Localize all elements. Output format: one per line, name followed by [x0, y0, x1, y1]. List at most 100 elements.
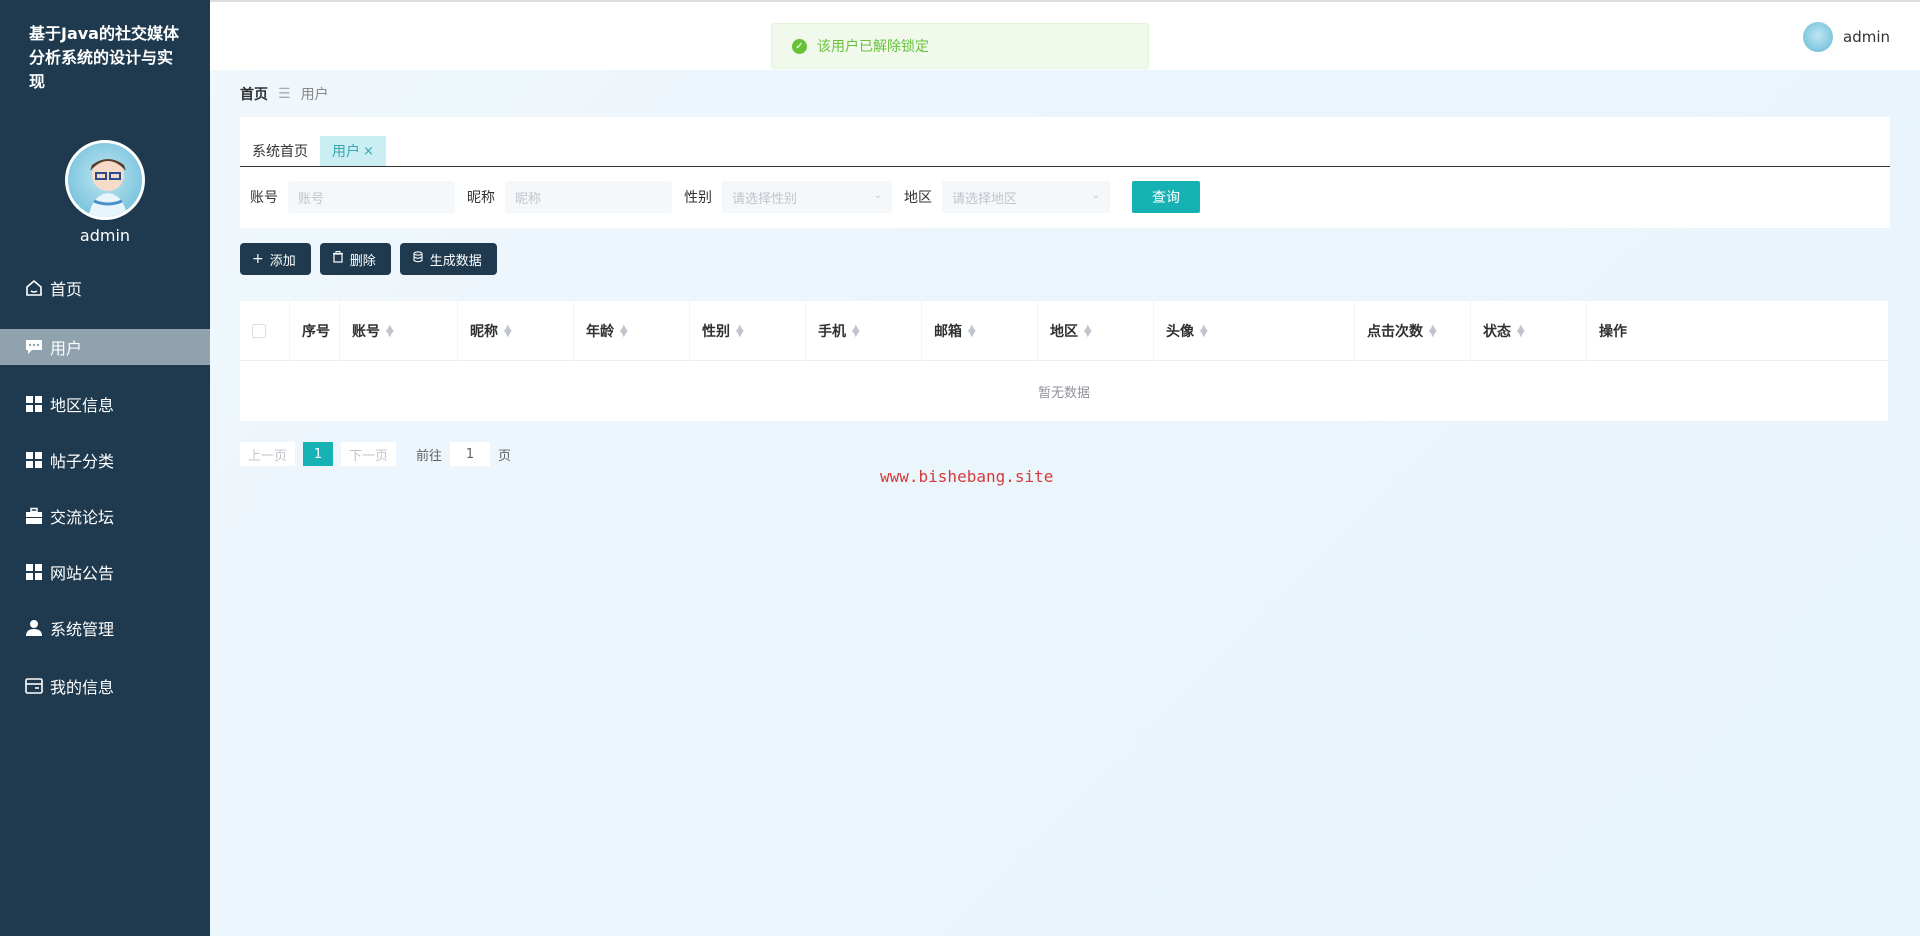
tab-home[interactable]: 系统首页 [240, 136, 320, 166]
sidebar-username: admin [79, 226, 131, 245]
sidebar-item-notice[interactable]: 网站公告 [0, 554, 210, 590]
sort-icon[interactable]: ▲ ▼ [620, 324, 628, 339]
column-label: 地区 [1050, 324, 1078, 340]
column-header[interactable]: 年龄 ▲ ▼ [574, 301, 690, 361]
sidebar-item-post-category[interactable]: 帖子分类 [0, 442, 210, 478]
top-username: admin [1843, 28, 1890, 46]
next-page-button[interactable]: 下一页 [341, 442, 397, 466]
database-icon [412, 251, 424, 267]
check-icon: ✓ [792, 38, 807, 54]
account-input[interactable]: 账号 [288, 181, 455, 213]
account-label: 账号 [250, 190, 278, 206]
home-icon [24, 278, 44, 298]
sidebar-item-label: 地区信息 [50, 396, 115, 415]
sort-icon[interactable]: ▲ ▼ [852, 324, 860, 339]
menu-icon: ☰ [278, 86, 291, 102]
column-header[interactable]: 状态 ▲ ▼ [1471, 301, 1587, 361]
generate-data-button[interactable]: 生成数据 [399, 243, 497, 275]
add-button[interactable]: + 添加 [240, 243, 311, 275]
region-select[interactable]: 请选择地区 ⌄ [942, 181, 1110, 213]
column-header[interactable]: 头像 ▲ ▼ [1154, 301, 1355, 361]
column-label: 手机 [818, 324, 846, 340]
nickname-placeholder: 昵称 [515, 191, 542, 207]
column-label: 序号 [302, 324, 330, 340]
add-label: 添加 [269, 253, 296, 269]
gender-select[interactable]: 请选择性别 ⌄ [722, 181, 892, 213]
sidebar-item-users[interactable]: 用户 [0, 329, 210, 365]
column-header[interactable]: 地区 ▲ ▼ [1038, 301, 1154, 361]
grid-icon [24, 394, 44, 414]
avatar-image [88, 159, 128, 217]
breadcrumb: 首页 ☰ 用户 [240, 84, 329, 104]
sort-icon[interactable]: ▲ ▼ [1429, 324, 1437, 339]
sort-icon[interactable]: ▲ ▼ [968, 324, 976, 339]
tab-users[interactable]: 用户 × [320, 136, 386, 166]
goto-label: 前往 [416, 448, 443, 464]
column-header[interactable]: 性别 ▲ ▼ [690, 301, 806, 361]
gender-placeholder: 请选择性别 [732, 191, 798, 207]
sidebar-item-forum[interactable]: 交流论坛 [0, 498, 210, 534]
grid-icon [24, 562, 44, 582]
sort-icon[interactable]: ▲ ▼ [504, 324, 512, 339]
system-title: 基于Java的社交媒体分析系统的设计与实现 [29, 24, 179, 91]
sidebar-item-system[interactable]: 系统管理 [0, 610, 210, 646]
breadcrumb-home[interactable]: 首页 [240, 84, 268, 104]
region-label: 地区 [904, 190, 932, 206]
close-icon[interactable]: × [363, 144, 374, 159]
delete-button[interactable]: 删除 [319, 243, 391, 275]
chat-icon [24, 337, 44, 357]
generate-label: 生成数据 [429, 253, 482, 269]
empty-state: 暂无数据 [1037, 385, 1090, 401]
region-placeholder: 请选择地区 [952, 191, 1018, 207]
table-header: 序号 账号 ▲ ▼ 昵称 ▲ ▼ 年龄 ▲ ▼ 性别 ▲ ▼ 手机 ▲ ▼ 邮箱 ▲ ▼ 地… [240, 301, 1888, 361]
sidebar-item-label: 用户 [50, 339, 83, 358]
column-label: 年龄 [586, 324, 614, 340]
toast-message: 该用户已解除锁定 [817, 39, 929, 55]
page-unit-label: 页 [498, 448, 512, 464]
column-header[interactable]: 点击次数 ▲ ▼ [1355, 301, 1471, 361]
sidebar: 基于Java的社交媒体分析系统的设计与实现 admin 首页 用户 地区信息 帖… [0, 0, 210, 936]
sidebar-item-my-info[interactable]: 我的信息 [0, 668, 210, 704]
sidebar-item-region[interactable]: 地区信息 [0, 386, 210, 422]
sort-icon[interactable]: ▲ ▼ [1517, 324, 1525, 339]
column-label: 操作 [1599, 324, 1627, 340]
success-toast: ✓ 该用户已解除锁定 [771, 23, 1149, 69]
tab-bar: 系统首页 用户 × [240, 135, 1890, 167]
breadcrumb-current: 用户 [300, 87, 329, 103]
delete-label: 删除 [349, 253, 376, 269]
column-header[interactable]: 邮箱 ▲ ▼ [922, 301, 1038, 361]
action-bar: + 添加 删除 生成数据 [240, 243, 506, 275]
watermark-text: www.bishebang.site [880, 467, 1054, 486]
sidebar-item-label: 系统管理 [50, 620, 115, 639]
column-header[interactable]: 账号 ▲ ▼ [340, 301, 458, 361]
search-row: 账号 账号 昵称 昵称 性别 请选择性别 ⌄ 地区 请选择地区 ⌄ 查询 [250, 181, 1200, 213]
sort-icon[interactable]: ▲ ▼ [386, 324, 394, 339]
plus-icon: + [252, 251, 264, 267]
column-header: 序号 [290, 301, 340, 361]
page-number-button[interactable]: 1 [303, 442, 334, 466]
column-header[interactable]: 昵称 ▲ ▼ [458, 301, 574, 361]
account-placeholder: 账号 [298, 191, 325, 207]
query-button[interactable]: 查询 [1132, 181, 1200, 213]
sort-icon[interactable]: ▲ ▼ [736, 324, 744, 339]
sort-icon[interactable]: ▲ ▼ [1200, 324, 1208, 339]
user-menu[interactable]: admin [1803, 22, 1890, 52]
column-header[interactable]: 手机 ▲ ▼ [806, 301, 922, 361]
sidebar-item-label: 帖子分类 [50, 452, 115, 471]
sort-icon[interactable]: ▲ ▼ [1084, 324, 1092, 339]
chevron-down-icon: ⌄ [873, 190, 882, 201]
sidebar-item-label: 交流论坛 [50, 508, 115, 527]
column-label: 邮箱 [934, 324, 962, 340]
page-jump-input[interactable]: 1 [450, 442, 491, 466]
tab-label: 系统首页 [252, 144, 308, 160]
pagination: 上一页 1 下一页 前往 1 页 [240, 442, 511, 466]
select-all-checkbox[interactable] [252, 324, 266, 338]
grid-icon [24, 450, 44, 470]
column-label: 昵称 [470, 324, 498, 340]
column-label: 账号 [352, 324, 380, 340]
prev-page-button[interactable]: 上一页 [240, 442, 296, 466]
nickname-input[interactable]: 昵称 [505, 181, 672, 213]
gender-label: 性别 [684, 190, 712, 206]
sidebar-item-home[interactable]: 首页 [0, 270, 210, 306]
nickname-label: 昵称 [467, 190, 495, 206]
